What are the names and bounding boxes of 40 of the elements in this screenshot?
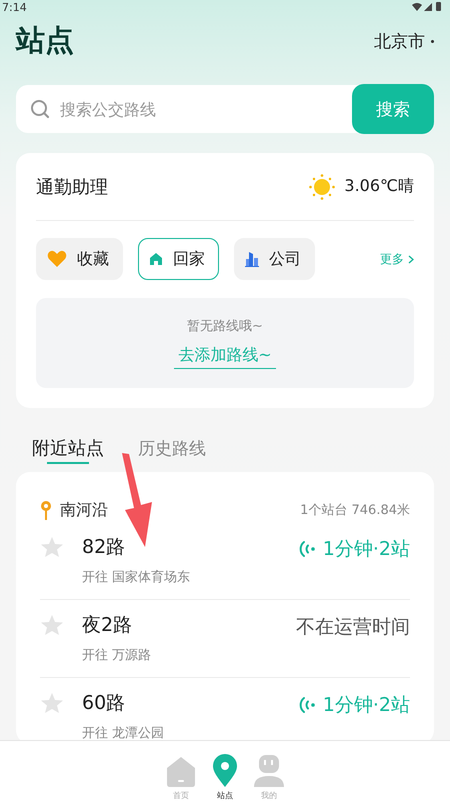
route-name: 夜2路: [82, 613, 134, 638]
route-name: 82路: [82, 535, 126, 560]
tab[interactable]: 附近站点: [32, 436, 104, 464]
station-info: 1个站台 746.84米: [300, 502, 410, 519]
route-destination: 开往 万源路: [82, 647, 152, 664]
route-row[interactable]: 夜2路 开往 万源路 不在运营时间: [40, 600, 410, 678]
status-time: 7:14: [2, 0, 27, 14]
signal-icon: [296, 539, 317, 559]
pin-icon: [40, 500, 52, 520]
route-destination: 开往 国家体育场东: [82, 568, 190, 586]
station-name: 南河沿: [60, 500, 108, 520]
page-title: 站点: [16, 22, 74, 59]
route-status: 1分钟·2站: [322, 693, 410, 718]
shortcut-chip[interactable]: 公司: [234, 238, 315, 280]
house-icon: [166, 756, 196, 788]
signal-icon: [296, 695, 317, 715]
weather-text: 3.06℃晴: [344, 176, 414, 197]
heart-icon: [47, 250, 67, 268]
pin-icon: [212, 754, 238, 788]
house-icon: [149, 252, 163, 266]
shortcut-chip[interactable]: 收藏: [36, 238, 123, 280]
city-selector[interactable]: 北京市: [374, 30, 434, 52]
person-icon: [253, 754, 285, 788]
route-row[interactable]: 60路 开往 龙潭公园 1分钟·2站: [40, 678, 410, 744]
commute-title: 通勤助理: [36, 176, 108, 198]
route-status: 1分钟·2站: [322, 537, 410, 562]
route-status: 不在运营时间: [296, 615, 410, 640]
building-icon: [245, 251, 259, 267]
shortcut-chip[interactable]: 回家: [138, 238, 219, 280]
status-icons: [412, 2, 442, 12]
nav-tab[interactable]: 站点: [210, 741, 240, 804]
search-icon: [30, 99, 50, 119]
chevron-right-icon: [408, 254, 414, 264]
star-icon[interactable]: [40, 614, 64, 636]
sun-icon: [308, 172, 336, 200]
route-destination: 开往 龙潭公园: [82, 725, 164, 742]
empty-message: 暂无路线哦~: [187, 318, 263, 335]
star-icon[interactable]: [40, 692, 64, 714]
star-icon[interactable]: [40, 536, 64, 558]
route-name: 60路: [82, 691, 126, 716]
